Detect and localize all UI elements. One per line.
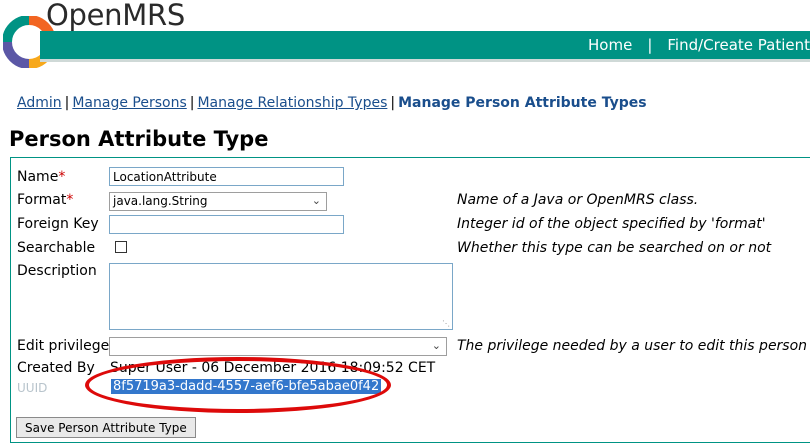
save-button[interactable]: Save Person Attribute Type: [16, 417, 196, 438]
brand-name: OpenMRS: [46, 0, 185, 32]
chevron-down-icon: ⌄: [431, 339, 441, 352]
created-by-label: Created By: [17, 360, 95, 376]
nav-separator: |: [647, 36, 653, 54]
nav-home-link[interactable]: Home: [588, 36, 632, 54]
breadcrumb-current: Manage Person Attribute Types: [398, 95, 647, 111]
page-title: Person Attribute Type: [9, 127, 269, 151]
format-help: Name of a Java or OpenMRS class.: [457, 192, 699, 208]
foreign-key-input[interactable]: [109, 215, 344, 234]
format-label: Format*: [17, 192, 74, 208]
chevron-down-icon: ⌄: [311, 194, 321, 207]
red-annotation-ellipse: [85, 357, 391, 413]
foreign-key-help: Integer id of the object specified by 'f…: [457, 216, 766, 232]
breadcrumb-separator: |: [64, 95, 70, 111]
edit-privilege-select[interactable]: ⌄: [109, 337, 447, 356]
edit-privilege-help: The privilege needed by a user to edit t…: [457, 338, 808, 354]
searchable-checkbox[interactable]: [115, 241, 127, 253]
breadcrumb-manage-relationship-types[interactable]: Manage Relationship Types: [197, 95, 387, 111]
description-label: Description: [17, 263, 97, 279]
required-marker: *: [66, 192, 74, 208]
name-input[interactable]: [109, 167, 344, 186]
uuid-label: UUID: [17, 381, 48, 395]
required-marker: *: [58, 169, 66, 185]
edit-privilege-label: Edit privilege: [17, 338, 110, 354]
format-select-value: java.lang.String: [113, 194, 208, 208]
searchable-label: Searchable: [17, 240, 96, 256]
searchable-help: Whether this type can be searched on or …: [457, 240, 772, 256]
description-textarea[interactable]: ⋱: [109, 263, 453, 330]
format-select[interactable]: java.lang.String ⌄: [109, 192, 327, 211]
breadcrumb-separator: |: [189, 95, 195, 111]
header-divider: [40, 59, 810, 62]
nav-find-patient-link[interactable]: Find/Create Patient: [667, 36, 810, 54]
breadcrumb-manage-persons[interactable]: Manage Persons: [72, 95, 186, 111]
breadcrumb: Admin | Manage Persons | Manage Relationship…: [17, 95, 647, 111]
breadcrumb-admin[interactable]: Admin: [17, 95, 62, 111]
top-navigation: Home | Find/Create Patient: [588, 31, 810, 59]
foreign-key-label: Foreign Key: [17, 216, 99, 232]
resize-grip-icon[interactable]: ⋱: [442, 319, 450, 328]
name-label: Name*: [17, 169, 66, 185]
breadcrumb-separator: |: [390, 95, 396, 111]
